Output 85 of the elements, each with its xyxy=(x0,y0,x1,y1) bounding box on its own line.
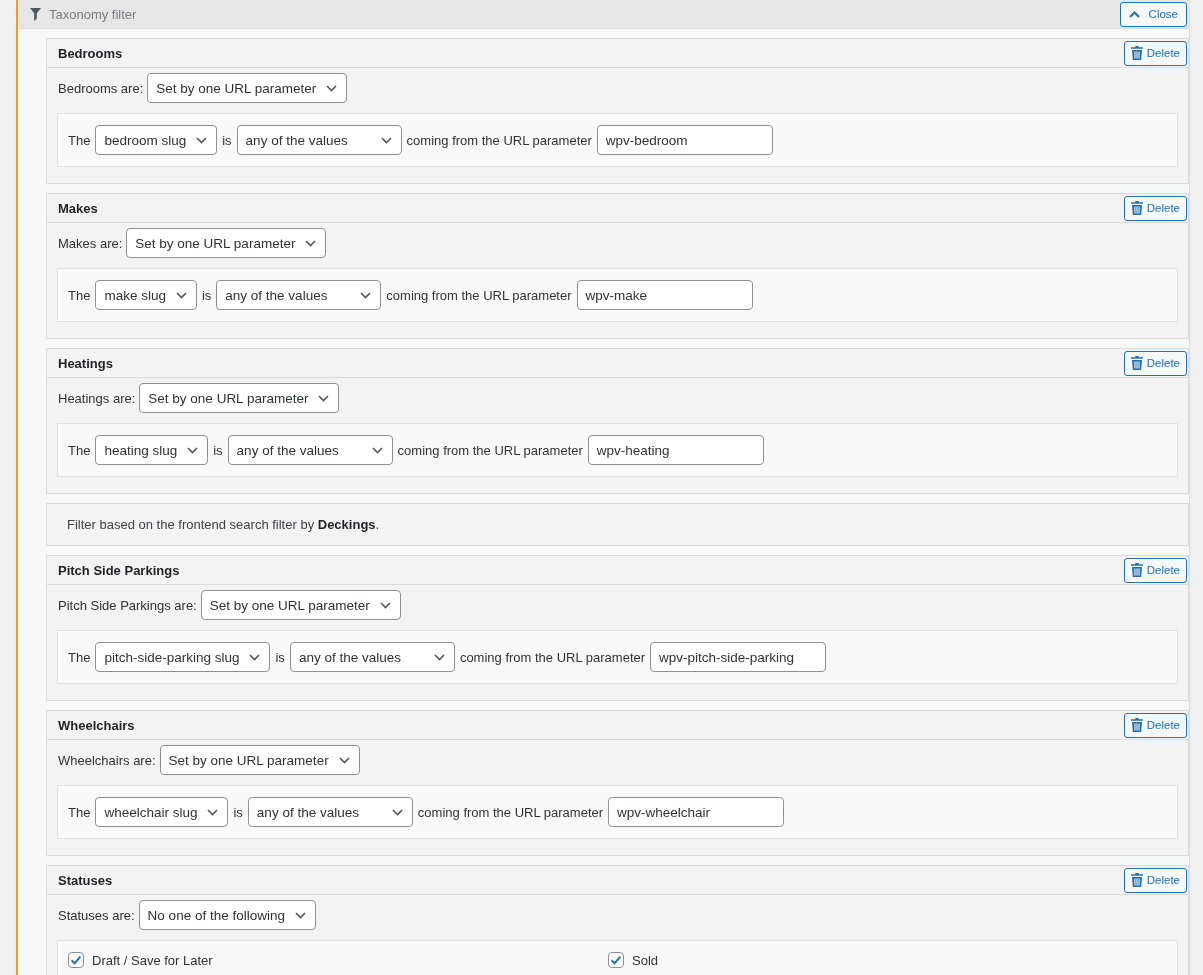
condition-text: coming from the URL parameter xyxy=(397,442,583,458)
delete-button[interactable]: Delete xyxy=(1123,557,1187,583)
mode-label: Wheelchairs are: xyxy=(58,752,156,768)
card-title: Wheelchairs xyxy=(58,717,135,733)
mode-label: Pitch Side Parkings are: xyxy=(58,597,197,613)
condition-text: is xyxy=(233,804,243,820)
delete-button[interactable]: Delete xyxy=(1123,712,1187,738)
chevron-down-icon xyxy=(196,136,208,144)
condition-text: The xyxy=(68,649,91,665)
condition-text: The xyxy=(68,287,91,303)
card-title: Makes xyxy=(58,200,98,216)
dropdown[interactable]: pitch-side-parking slug xyxy=(95,642,271,672)
mode-label: Makes are: xyxy=(58,235,123,251)
delete-button[interactable]: Delete xyxy=(1123,40,1187,66)
mode-label: Statuses are: xyxy=(58,907,135,923)
condition-text: The xyxy=(68,442,91,458)
dropdown[interactable]: any of the values xyxy=(216,280,382,310)
dropdown[interactable]: Set by one URL parameter xyxy=(200,590,401,620)
dropdown[interactable]: make slug xyxy=(95,280,197,310)
chevron-down-icon xyxy=(371,446,383,454)
parameter-field[interactable]: wpv-bedroom xyxy=(596,125,773,155)
delete-button[interactable]: Delete xyxy=(1123,350,1187,376)
card-title: Statuses xyxy=(58,872,113,888)
chevron-down-icon xyxy=(175,291,187,299)
chevron-down-icon xyxy=(294,911,306,919)
card-title: Pitch Side Parkings xyxy=(58,562,180,578)
condition-text: coming from the URL parameter xyxy=(417,804,604,820)
dropdown[interactable]: Set by one URL parameter xyxy=(147,73,348,103)
parameter-field[interactable]: wpv-heating xyxy=(587,435,764,465)
condition-text: The xyxy=(68,804,91,820)
chevron-down-icon xyxy=(305,239,317,247)
trash-icon xyxy=(1130,873,1143,887)
dropdown[interactable]: any of the values xyxy=(289,642,455,672)
condition-text: coming from the URL parameter xyxy=(406,132,592,148)
chevron-down-icon xyxy=(360,291,372,299)
dropdown[interactable]: any of the values xyxy=(236,125,402,155)
checkbox-label: Sold xyxy=(632,952,659,968)
dropdown[interactable]: wheelchair slug xyxy=(95,797,229,827)
dropdown[interactable]: heating slug xyxy=(95,435,209,465)
checkbox-label: Draft / Save for Later xyxy=(92,952,213,968)
chevron-down-icon xyxy=(318,394,330,402)
chevron-down-icon xyxy=(379,601,391,609)
trash-icon xyxy=(1130,563,1143,577)
chevron-down-icon xyxy=(338,756,350,764)
trash-icon xyxy=(1130,718,1143,732)
condition-text: coming from the URL parameter xyxy=(386,287,572,303)
filter-icon xyxy=(30,7,41,21)
delete-button[interactable]: Delete xyxy=(1123,195,1187,221)
delete-button[interactable]: Delete xyxy=(1123,867,1187,893)
trash-icon xyxy=(1130,46,1143,60)
condition-text: coming from the URL parameter xyxy=(459,649,646,665)
parameter-field[interactable]: wpv-wheelchair xyxy=(608,797,785,827)
dropdown[interactable]: No one of the following xyxy=(138,900,316,930)
chevron-down-icon xyxy=(326,84,338,92)
chevron-down-icon xyxy=(433,653,445,661)
mode-label: Heatings are: xyxy=(58,390,136,406)
parameter-field[interactable]: wpv-pitch-side-parking xyxy=(650,642,827,672)
chevron-up-icon xyxy=(1128,10,1140,18)
note-text: Filter based on the frontend search filter by Deckings. xyxy=(67,517,380,532)
close-button[interactable]: Close xyxy=(1119,1,1187,27)
condition-text: is xyxy=(201,287,212,303)
dropdown[interactable]: any of the values xyxy=(247,797,413,827)
card-title: Bedrooms xyxy=(58,45,123,61)
dropdown[interactable]: Set by one URL parameter xyxy=(139,383,340,413)
chevron-down-icon xyxy=(380,136,392,144)
card-title: Heatings xyxy=(58,355,113,371)
panel-title: Taxonomy filter xyxy=(49,6,137,22)
dropdown[interactable]: any of the values xyxy=(227,435,393,465)
dropdown[interactable]: bedroom slug xyxy=(95,125,218,155)
condition-text: is xyxy=(275,649,285,665)
chevron-down-icon xyxy=(187,446,199,454)
parameter-field[interactable]: wpv-make xyxy=(576,280,753,310)
condition-text: The xyxy=(68,132,91,148)
checkbox[interactable] xyxy=(608,952,624,968)
checkbox[interactable] xyxy=(68,952,84,968)
dropdown[interactable]: Set by one URL parameter xyxy=(159,745,360,775)
condition-text: is xyxy=(213,442,223,458)
chevron-down-icon xyxy=(391,808,403,816)
trash-icon xyxy=(1130,356,1143,370)
condition-text: is xyxy=(222,132,232,148)
mode-label: Bedrooms are: xyxy=(58,80,144,96)
dropdown[interactable]: Set by one URL parameter xyxy=(126,228,327,258)
trash-icon xyxy=(1130,201,1143,215)
chevron-down-icon xyxy=(207,808,219,816)
chevron-down-icon xyxy=(249,653,261,661)
